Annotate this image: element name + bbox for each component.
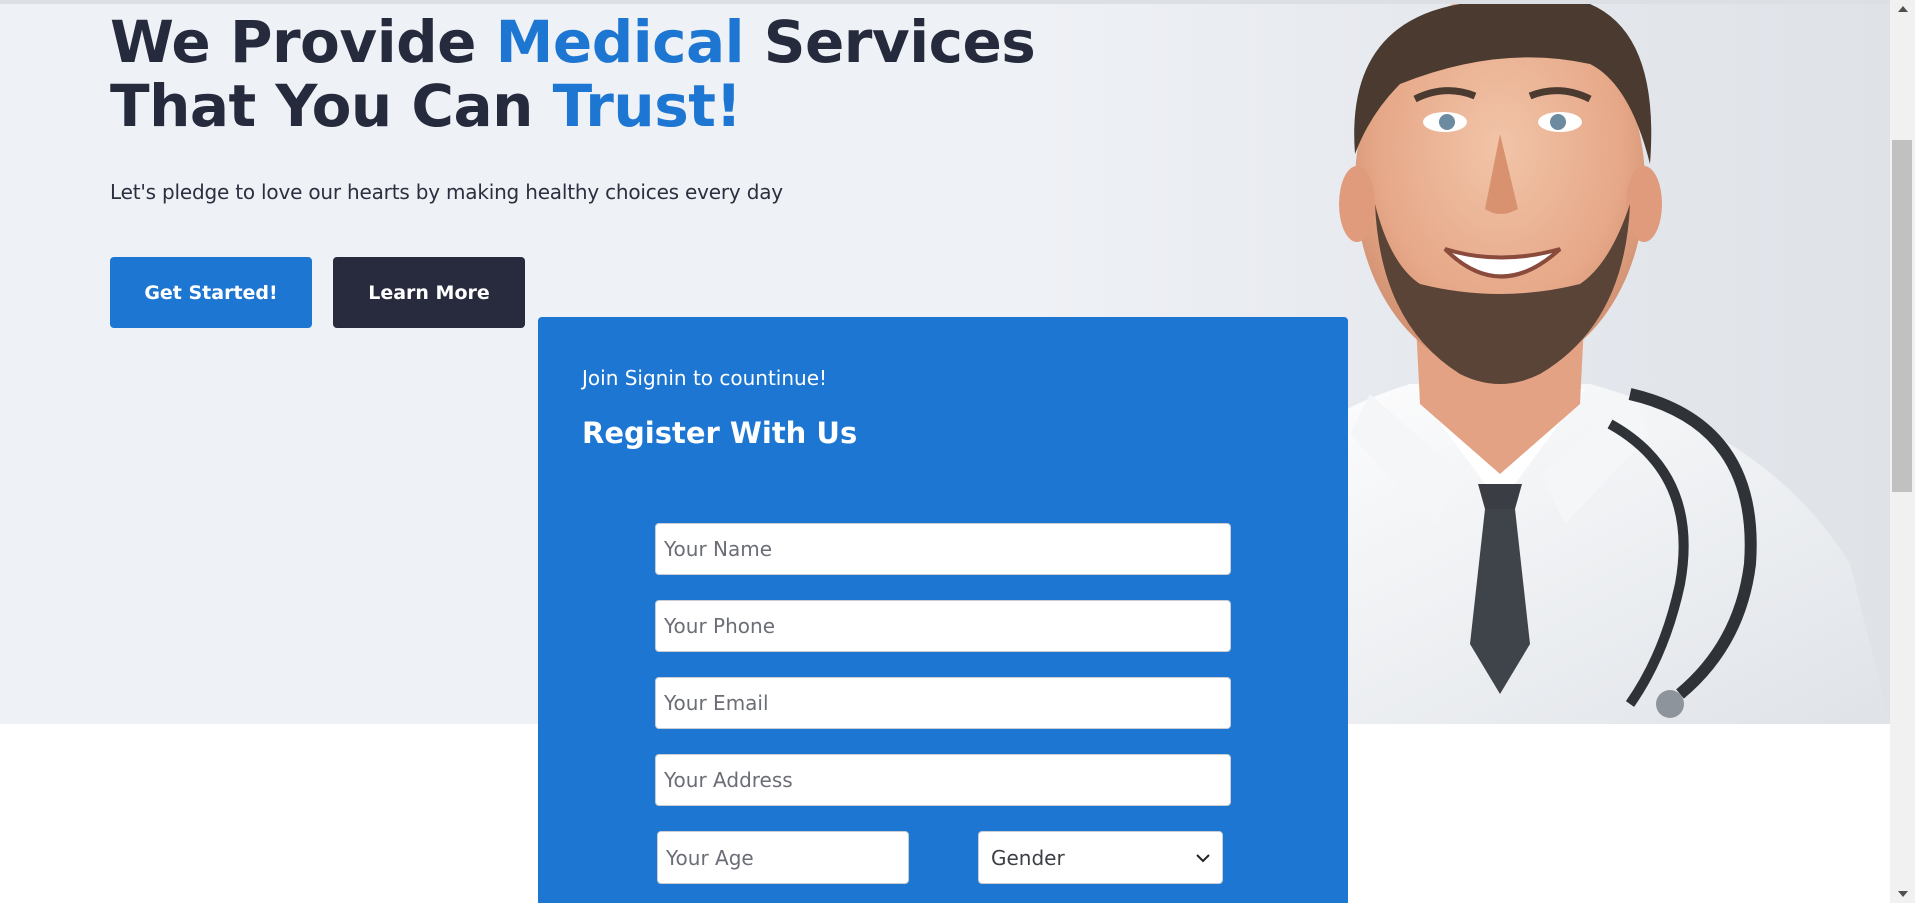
gender-selected-value: Gender (991, 845, 1065, 870)
hero-headline: We Provide Medical Services That You Can… (110, 8, 1036, 140)
register-subtitle: Join Signin to countinue! (582, 366, 828, 390)
chevron-down-icon (1196, 853, 1210, 862)
register-title: Register With Us (582, 416, 858, 450)
headline-line2-pre: That You Can (110, 72, 553, 140)
learn-more-button[interactable]: Learn More (333, 257, 525, 328)
register-card: Join Signin to countinue! Register With … (538, 317, 1348, 903)
address-input[interactable] (655, 754, 1231, 806)
headline-line1-pre: We Provide (110, 8, 496, 76)
triangle-up-icon[interactable] (1890, 0, 1915, 18)
hero-subtext: Let's pledge to love our hearts by makin… (110, 180, 783, 204)
scrollbar-thumb[interactable] (1892, 140, 1912, 492)
gender-select[interactable]: Gender (978, 831, 1223, 884)
headline-line1-post: Services (744, 8, 1036, 76)
email-input[interactable] (655, 677, 1231, 729)
get-started-button[interactable]: Get Started! (110, 257, 312, 328)
triangle-down-icon[interactable] (1890, 885, 1915, 903)
phone-input[interactable] (655, 600, 1231, 652)
headline-line1-accent: Medical (495, 8, 745, 76)
name-input[interactable] (655, 523, 1231, 575)
age-input[interactable] (657, 831, 909, 884)
headline-line2-accent: Trust! (552, 72, 742, 140)
